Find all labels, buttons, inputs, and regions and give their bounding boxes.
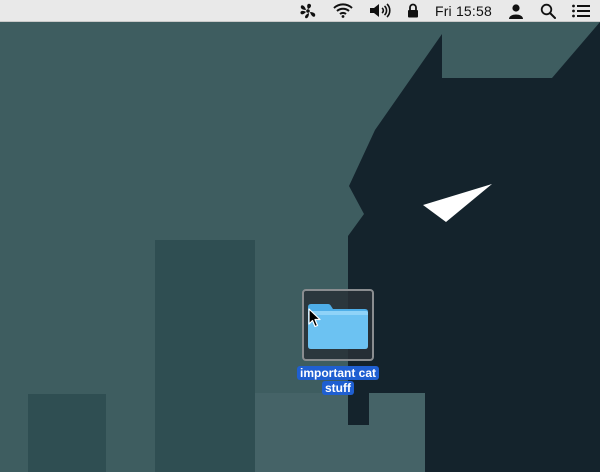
fan-icon[interactable] — [299, 0, 317, 22]
menubar-clock[interactable]: Fri 15:58 — [435, 0, 492, 22]
mouse-cursor-icon — [308, 308, 321, 328]
desktop-folder[interactable]: important cat stuff — [289, 289, 387, 396]
notification-center-icon[interactable] — [572, 0, 590, 22]
user-icon[interactable] — [508, 0, 524, 22]
spotlight-search-icon[interactable] — [540, 0, 556, 22]
menu-bar: Fri 15:58 — [0, 0, 600, 22]
desktop-screen: Fri 15:58 important cat stuff — [0, 0, 600, 472]
folder-label-line-1[interactable]: important cat — [296, 366, 379, 380]
folder-label-line-2[interactable]: stuff — [321, 381, 354, 395]
lock-icon[interactable] — [407, 0, 419, 22]
folder-label[interactable]: important cat stuff — [296, 366, 379, 396]
desktop-wallpaper — [0, 22, 600, 472]
wifi-icon[interactable] — [333, 0, 353, 22]
volume-icon[interactable] — [369, 0, 391, 22]
